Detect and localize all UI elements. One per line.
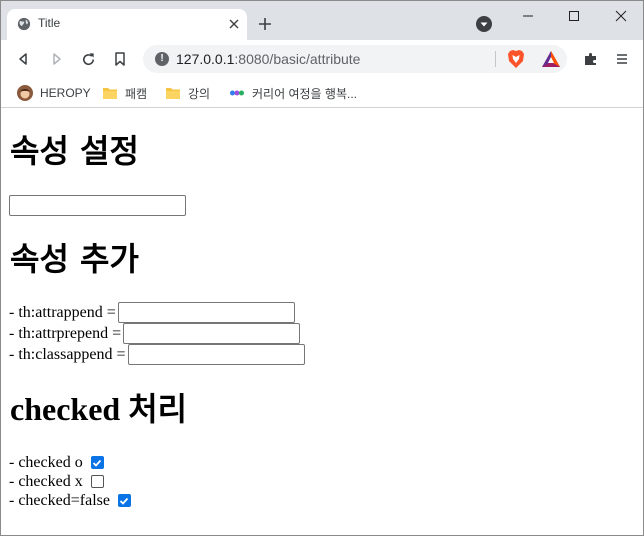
- browser-window: Title ! 127.0.0.1:8080/basic/attribute H…: [0, 0, 644, 536]
- attrappend-label: - th:attrappend =: [9, 303, 116, 321]
- classappend-row: - th:classappend =: [9, 344, 305, 365]
- heading-attr-add: 속성 추가: [10, 240, 139, 278]
- heropy-avatar-icon: [17, 85, 33, 101]
- minimize-icon: [523, 15, 533, 17]
- bookmark-folder-1[interactable]: 패캠: [102, 83, 147, 103]
- tab-close-button[interactable]: [225, 15, 243, 33]
- heading-checked: checked 처리: [10, 391, 187, 427]
- forward-button[interactable]: [46, 49, 66, 69]
- reload-icon: [82, 52, 94, 65]
- bookmark-button[interactable]: [110, 49, 130, 69]
- tab-active[interactable]: Title: [7, 9, 247, 40]
- attrprepend-label: - th:attrprepend =: [9, 324, 122, 342]
- site-dots-icon: [230, 90, 244, 96]
- globe-icon: [17, 17, 31, 31]
- url-host: 127.0.0.1: [176, 51, 235, 67]
- brave-shields-icon[interactable]: [507, 49, 525, 69]
- extensions-button[interactable]: [581, 49, 601, 69]
- attrappend-row: - th:attrappend =: [9, 302, 295, 323]
- url-path: :8080/basic/attribute: [234, 51, 361, 67]
- hamburger-menu-icon: [617, 54, 627, 64]
- close-window-button[interactable]: [607, 5, 635, 27]
- heading-checked-en: checked: [10, 391, 121, 427]
- puzzle-icon: [585, 53, 596, 65]
- forward-arrow-icon: [53, 53, 61, 65]
- attrprepend-row: - th:attrprepend =: [9, 323, 301, 344]
- site-info-icon[interactable]: !: [155, 52, 169, 66]
- plus-icon: [259, 18, 271, 30]
- page-content: 속성 설정 속성 추가 - th:attrappend = - th:attrp…: [1, 109, 643, 535]
- maximize-icon: [569, 11, 579, 21]
- checked-false-checkbox[interactable]: [117, 494, 131, 507]
- classappend-label: - th:classappend =: [9, 345, 126, 363]
- heading-attr-set: 속성 설정: [10, 132, 139, 170]
- url-text[interactable]: 127.0.0.1:8080/basic/attribute: [176, 51, 360, 67]
- checked-false-label: - checked=false: [9, 491, 110, 509]
- minimize-button[interactable]: [514, 5, 542, 27]
- toolbar: ! 127.0.0.1:8080/basic/attribute: [1, 40, 643, 78]
- tab-strip: Title: [1, 1, 643, 40]
- attrappend-input[interactable]: [117, 302, 295, 323]
- close-icon: [615, 10, 627, 22]
- checked-false-row: - checked=false: [9, 490, 131, 511]
- bookmark-label: 패캠: [125, 86, 148, 101]
- reload-button[interactable]: [78, 49, 98, 69]
- folder-icon: [166, 88, 180, 99]
- bookmark-icon: [115, 52, 125, 66]
- bookmark-label: 강의: [188, 86, 211, 101]
- new-tab-button[interactable]: [255, 14, 275, 34]
- bookmark-label: 커리어 여정을 행복...: [252, 86, 357, 101]
- checkmark-icon: [120, 497, 129, 505]
- back-arrow-icon: [19, 53, 27, 65]
- attr-set-row: [9, 195, 186, 216]
- tab-search-icon[interactable]: [475, 15, 493, 33]
- menu-button[interactable]: [612, 49, 632, 69]
- checked-o-checkbox[interactable]: [90, 456, 104, 469]
- checkmark-icon: [93, 459, 102, 467]
- attrprepend-input[interactable]: [123, 323, 301, 344]
- brave-rewards-icon[interactable]: [541, 50, 561, 68]
- close-icon: [229, 19, 239, 29]
- bookmarks-bar: HEROPY 패캠 강의 커리어 여정을 행복...: [1, 78, 643, 108]
- checked-x-row: - checked x: [9, 471, 104, 492]
- omnibox-divider: [495, 51, 496, 67]
- heading-checked-ko: 처리: [128, 390, 188, 428]
- back-button[interactable]: [14, 49, 34, 69]
- attr-set-input[interactable]: [9, 195, 186, 216]
- bookmark-career[interactable]: 커리어 여정을 행복...: [229, 83, 357, 103]
- checked-x-checkbox[interactable]: [90, 475, 104, 488]
- bookmark-folder-2[interactable]: 강의: [165, 83, 210, 103]
- bookmark-label: HEROPY: [40, 86, 91, 100]
- checked-x-label: - checked x: [9, 472, 83, 490]
- bookmark-heropy[interactable]: HEROPY: [17, 83, 91, 103]
- address-bar[interactable]: ! 127.0.0.1:8080/basic/attribute: [143, 45, 567, 73]
- checked-o-label: - checked o: [9, 453, 83, 471]
- maximize-button[interactable]: [560, 5, 588, 27]
- tab-title: Title: [38, 16, 61, 30]
- classappend-input[interactable]: [127, 344, 305, 365]
- folder-icon: [103, 88, 117, 99]
- checked-o-row: - checked o: [9, 452, 104, 473]
